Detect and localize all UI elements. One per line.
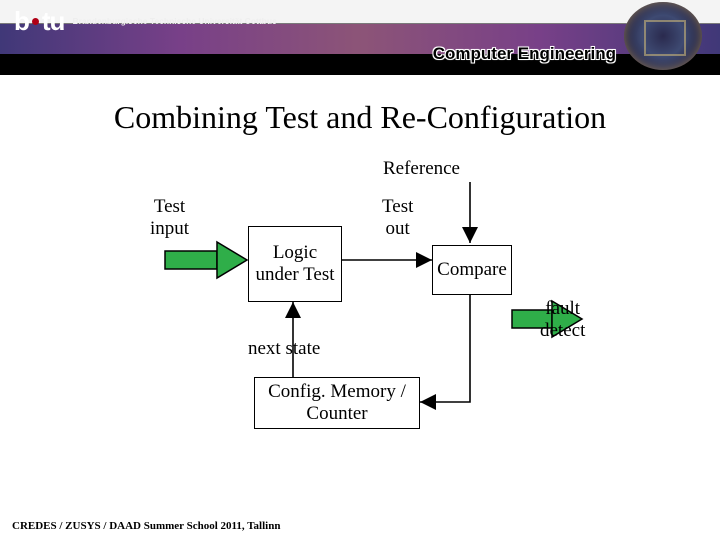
box-config-memory: Config. Memory / Counter bbox=[254, 377, 420, 429]
logo-mark: b tu bbox=[14, 6, 64, 37]
diagram-canvas: Reference Test input Test out fault dete… bbox=[0, 142, 720, 502]
label-reference: Reference bbox=[383, 158, 460, 180]
box-compare: Compare bbox=[432, 245, 512, 295]
box-compare-text: Compare bbox=[437, 259, 507, 281]
logo-tu: tu bbox=[42, 6, 65, 37]
logo-subtext: Brandenburgische Technische Universität … bbox=[72, 17, 276, 26]
arrow-test-input bbox=[165, 242, 247, 278]
logo-b: b bbox=[14, 6, 29, 37]
slide-header: b tu Brandenburgische Technische Univers… bbox=[0, 0, 720, 75]
logo-dot-icon bbox=[32, 18, 39, 25]
box-config-memory-text: Config. Memory / Counter bbox=[255, 381, 419, 425]
label-test-input: Test input bbox=[150, 196, 189, 240]
label-test-out: Test out bbox=[382, 196, 413, 240]
label-fault-detect: fault detect bbox=[540, 298, 585, 342]
box-logic-under-test: Logic under Test bbox=[248, 226, 342, 302]
chip-emblem-icon bbox=[624, 2, 702, 70]
label-next-state: next state bbox=[248, 338, 320, 360]
header-title: Computer Engineering bbox=[433, 44, 616, 64]
box-lut-text: Logic under Test bbox=[249, 242, 341, 286]
university-logo: b tu Brandenburgische Technische Univers… bbox=[14, 6, 277, 37]
diagram-arrows bbox=[0, 142, 720, 502]
slide-title: Combining Test and Re-Configuration bbox=[20, 99, 700, 136]
slide-footer: CREDES / ZUSYS / DAAD Summer School 2011… bbox=[12, 520, 280, 532]
